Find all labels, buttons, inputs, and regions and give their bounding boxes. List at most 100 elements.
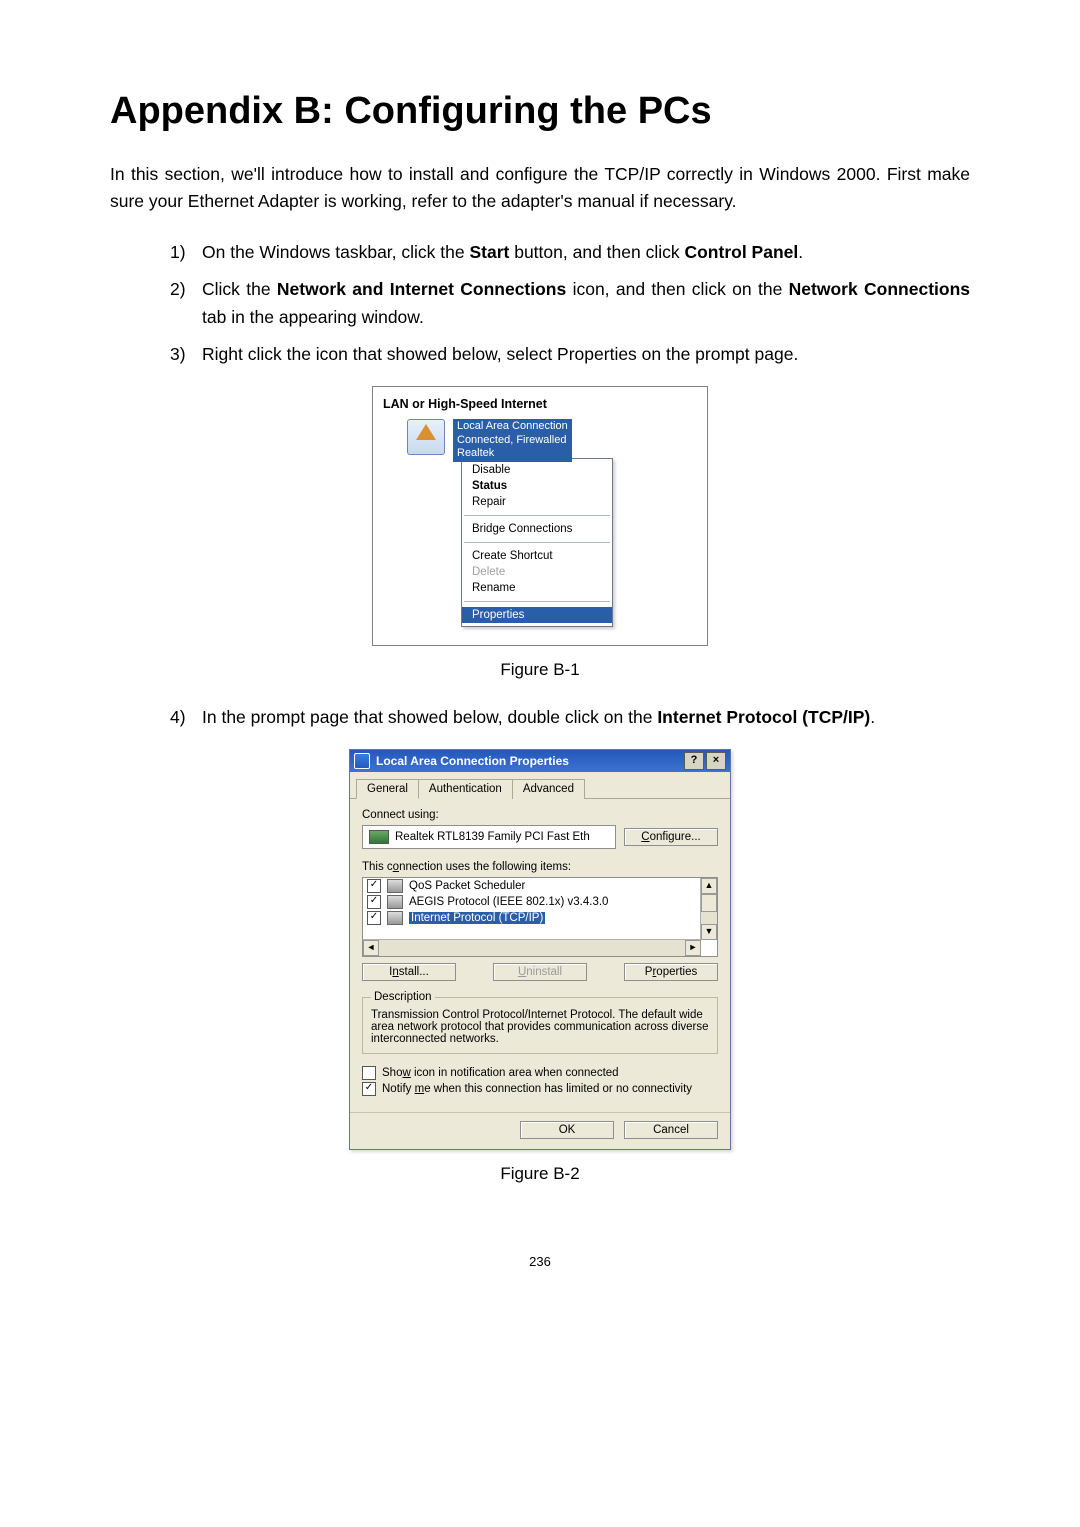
install-button[interactable]: Install... bbox=[362, 963, 456, 981]
tab-advanced[interactable]: Advanced bbox=[512, 779, 585, 799]
properties-button[interactable]: Properties bbox=[624, 963, 718, 981]
scroll-down-icon[interactable]: ▼ bbox=[701, 924, 717, 940]
menu-separator bbox=[464, 601, 610, 602]
figure-b1-caption: Figure B-1 bbox=[110, 660, 970, 680]
lan-connection-row: Local Area Connection Connected, Firewal… bbox=[407, 419, 697, 627]
lan-labels: Local Area Connection Connected, Firewal… bbox=[453, 419, 613, 627]
step-bold: Start bbox=[469, 242, 509, 262]
tab-general[interactable]: General bbox=[356, 779, 419, 799]
step-number: 1) bbox=[170, 239, 186, 266]
step-text: . bbox=[870, 707, 875, 727]
step-text: Click the bbox=[202, 279, 277, 299]
lan-label-block: Local Area Connection Connected, Firewal… bbox=[453, 419, 572, 462]
lan-adapter: Realtek bbox=[457, 447, 568, 461]
page-title: Appendix B: Configuring the PCs bbox=[110, 90, 970, 133]
vertical-scrollbar[interactable]: ▲ ▼ bbox=[700, 878, 717, 940]
scroll-left-icon[interactable]: ◄ bbox=[363, 940, 379, 956]
description-group: Description Transmission Control Protoco… bbox=[362, 991, 718, 1054]
step-text: Right click the icon that showed below, … bbox=[202, 344, 798, 364]
checkbox-icon[interactable]: ✓ bbox=[367, 879, 381, 893]
context-menu: Disable Status Repair Bridge Connections… bbox=[461, 458, 613, 627]
lan-name: Local Area Connection bbox=[457, 420, 568, 434]
scroll-thumb[interactable] bbox=[701, 894, 717, 912]
configure-button[interactable]: Configure... bbox=[624, 828, 718, 846]
menu-shortcut[interactable]: Create Shortcut bbox=[462, 548, 612, 564]
tab-strip: General Authentication Advanced bbox=[350, 772, 730, 799]
ok-button[interactable]: OK bbox=[520, 1121, 614, 1139]
lan-section-header: LAN or High-Speed Internet bbox=[383, 397, 697, 411]
cancel-button[interactable]: Cancel bbox=[624, 1121, 718, 1139]
list-item-selected[interactable]: ✓ Internet Protocol (TCP/IP) bbox=[363, 910, 717, 926]
menu-repair[interactable]: Repair bbox=[462, 494, 612, 510]
adapter-name: Realtek RTL8139 Family PCI Fast Eth bbox=[395, 831, 590, 843]
checkbox-icon[interactable]: ✓ bbox=[362, 1082, 376, 1096]
step-4: 4) In the prompt page that showed below,… bbox=[170, 704, 970, 731]
step-text: tab in the appearing window. bbox=[202, 307, 424, 327]
horizontal-scrollbar[interactable]: ◄ ► bbox=[363, 939, 701, 956]
network-connection-icon bbox=[407, 419, 445, 455]
step-text: . bbox=[798, 242, 803, 262]
step-text: On the Windows taskbar, click the bbox=[202, 242, 469, 262]
dialog-button-row: OK Cancel bbox=[350, 1112, 730, 1149]
general-panel: Connect using: Realtek RTL8139 Family PC… bbox=[350, 799, 730, 1112]
step-1: 1) On the Windows taskbar, click the Sta… bbox=[170, 239, 970, 266]
protocol-icon bbox=[387, 911, 403, 925]
connect-using-label: Connect using: bbox=[362, 809, 718, 821]
notify-label: Notify me when this connection has limit… bbox=[382, 1083, 692, 1095]
show-icon-row[interactable]: Show icon in notification area when conn… bbox=[362, 1066, 718, 1080]
tab-authentication[interactable]: Authentication bbox=[418, 779, 513, 799]
show-icon-label: Show icon in notification area when conn… bbox=[382, 1067, 619, 1079]
menu-properties[interactable]: Properties bbox=[462, 607, 612, 623]
steps-list-2: 4) In the prompt page that showed below,… bbox=[110, 704, 970, 731]
dialog-title: Local Area Connection Properties bbox=[376, 754, 569, 768]
menu-delete: Delete bbox=[462, 564, 612, 580]
menu-separator bbox=[464, 515, 610, 516]
figure-b1-screenshot: LAN or High-Speed Internet Local Area Co… bbox=[372, 386, 708, 646]
item-label: AEGIS Protocol (IEEE 802.1x) v3.4.3.0 bbox=[409, 896, 608, 908]
notify-row[interactable]: ✓ Notify me when this connection has lim… bbox=[362, 1082, 718, 1096]
document-page: Appendix B: Configuring the PCs In this … bbox=[0, 0, 1080, 1309]
description-legend: Description bbox=[371, 991, 435, 1003]
step-3: 3) Right click the icon that showed belo… bbox=[170, 341, 970, 368]
menu-bridge[interactable]: Bridge Connections bbox=[462, 521, 612, 537]
step-text: In the prompt page that showed below, do… bbox=[202, 707, 657, 727]
item-label: Internet Protocol (TCP/IP) bbox=[409, 912, 545, 924]
close-button[interactable]: × bbox=[706, 752, 726, 770]
list-item[interactable]: ✓ AEGIS Protocol (IEEE 802.1x) v3.4.3.0 bbox=[363, 894, 717, 910]
figure-b2-caption: Figure B-2 bbox=[110, 1164, 970, 1184]
step-number: 3) bbox=[170, 341, 186, 368]
protocol-icon bbox=[387, 895, 403, 909]
menu-separator bbox=[464, 542, 610, 543]
list-item[interactable]: ✓ QoS Packet Scheduler bbox=[363, 878, 717, 894]
step-bold: Control Panel bbox=[684, 242, 798, 262]
app-icon bbox=[354, 753, 370, 769]
menu-disable[interactable]: Disable bbox=[462, 462, 612, 478]
step-text: button, and then click bbox=[509, 242, 684, 262]
step-bold: Network and Internet Connections bbox=[277, 279, 566, 299]
step-text: icon, and then click on the bbox=[566, 279, 788, 299]
menu-rename[interactable]: Rename bbox=[462, 580, 612, 596]
steps-list: 1) On the Windows taskbar, click the Sta… bbox=[110, 239, 970, 368]
step-bold: Network Connections bbox=[789, 279, 970, 299]
checkbox-icon[interactable]: ✓ bbox=[367, 911, 381, 925]
dialog-titlebar: Local Area Connection Properties ? × bbox=[350, 750, 730, 772]
checkbox-icon[interactable] bbox=[362, 1066, 376, 1080]
help-button[interactable]: ? bbox=[684, 752, 704, 770]
description-text: Transmission Control Protocol/Internet P… bbox=[371, 1009, 709, 1045]
step-bold: Internet Protocol (TCP/IP) bbox=[657, 707, 870, 727]
lan-status: Connected, Firewalled bbox=[457, 434, 568, 448]
step-2: 2) Click the Network and Internet Connec… bbox=[170, 276, 970, 330]
connection-items-list[interactable]: ✓ QoS Packet Scheduler ✓ AEGIS Protocol … bbox=[362, 877, 718, 957]
menu-status[interactable]: Status bbox=[462, 478, 612, 494]
scroll-up-icon[interactable]: ▲ bbox=[701, 878, 717, 894]
item-label: QoS Packet Scheduler bbox=[409, 880, 525, 892]
items-label: This connection uses the following items… bbox=[362, 861, 718, 873]
uninstall-button: Uninstall bbox=[493, 963, 587, 981]
step-number: 4) bbox=[170, 704, 186, 731]
checkbox-icon[interactable]: ✓ bbox=[367, 895, 381, 909]
step-number: 2) bbox=[170, 276, 186, 303]
nic-icon bbox=[369, 830, 389, 844]
scroll-right-icon[interactable]: ► bbox=[685, 940, 701, 956]
protocol-icon bbox=[387, 879, 403, 893]
page-number: 236 bbox=[110, 1254, 970, 1269]
